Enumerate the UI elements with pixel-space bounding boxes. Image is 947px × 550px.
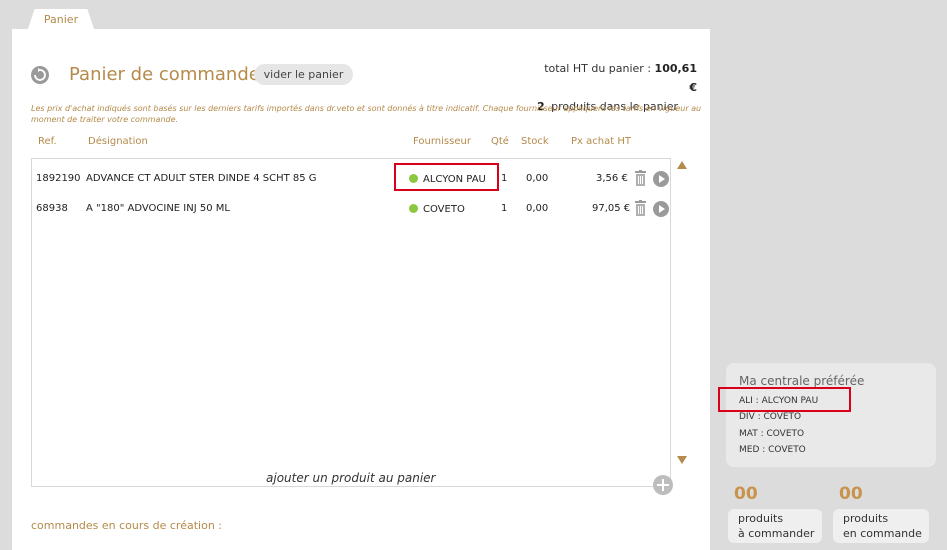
detail-play-icon[interactable]: [653, 201, 669, 217]
add-product-plus-icon[interactable]: [653, 475, 673, 495]
column-supplier: Fournisseur: [413, 136, 471, 147]
cart-panel: Panier de commande vider le panier total…: [12, 29, 710, 550]
column-qty: Qté: [491, 136, 509, 147]
total-value: 100,61 €: [654, 62, 697, 94]
highlight-box: [718, 387, 851, 412]
add-product-link[interactable]: ajouter un produit au panier: [266, 471, 435, 485]
trash-icon[interactable]: [634, 170, 647, 186]
in-order-card[interactable]: produits en commande: [833, 509, 929, 543]
column-stock: Stock: [521, 136, 549, 147]
column-designation: Désignation: [88, 136, 148, 147]
row-designation: ADVANCE CT ADULT STER DINDE 4 SCHT 85 G: [86, 173, 317, 184]
empty-cart-button[interactable]: vider le panier: [254, 64, 353, 85]
table-row[interactable]: 1892190 ADVANCE CT ADULT STER DINDE 4 SC…: [32, 167, 670, 191]
row-supplier: COVETO: [409, 203, 465, 215]
to-order-label: produits: [738, 512, 784, 525]
row-stock: 0,00: [526, 173, 549, 184]
refresh-icon[interactable]: [31, 66, 49, 84]
total-label: total HT du panier :: [544, 62, 652, 75]
in-order-label: en commande: [843, 527, 922, 540]
preferred-supplier-card: Ma centrale préférée ALI : ALCYON PAU DI…: [726, 363, 936, 467]
preferred-line: DIV : COVETO: [739, 412, 802, 422]
tab-panier[interactable]: Panier: [28, 9, 94, 29]
status-dot-icon: [409, 204, 418, 213]
row-designation: A "180" ADVOCINE INJ 50 ML: [86, 203, 230, 214]
to-order-count: 00: [734, 484, 758, 504]
row-qty: 1: [501, 173, 508, 184]
preferred-line: MAT : COVETO: [739, 429, 805, 439]
row-price: 97,05 €: [592, 203, 631, 214]
preferred-line: MED : COVETO: [739, 445, 806, 455]
in-order-count: 00: [839, 484, 863, 504]
page-title: Panier de commande: [69, 64, 260, 85]
scroll-down-icon[interactable]: [677, 456, 687, 464]
cart-list[interactable]: 1892190 ADVANCE CT ADULT STER DINDE 4 SC…: [31, 158, 671, 487]
to-order-card[interactable]: produits à commander: [728, 509, 822, 543]
highlight-box: [394, 163, 499, 191]
column-ref: Ref.: [38, 136, 57, 147]
to-order-label: à commander: [738, 527, 815, 540]
price-disclaimer: Les prix d'achat indiqués sont basés sur…: [31, 104, 702, 124]
row-stock: 0,00: [526, 203, 549, 214]
row-price: 3,56 €: [596, 173, 628, 184]
row-ref: 68938: [36, 203, 68, 214]
detail-play-icon[interactable]: [653, 171, 669, 187]
preferred-title: Ma centrale préférée: [739, 374, 865, 388]
pending-orders-label: commandes en cours de création :: [31, 519, 222, 532]
scroll-up-icon[interactable]: [677, 161, 687, 169]
in-order-label: produits: [843, 512, 889, 525]
table-row[interactable]: 68938 A "180" ADVOCINE INJ 50 ML COVETO …: [32, 197, 670, 221]
column-price: Px achat HT: [571, 136, 631, 147]
row-qty: 1: [501, 203, 508, 214]
trash-icon[interactable]: [634, 200, 647, 216]
row-ref: 1892190: [36, 173, 81, 184]
